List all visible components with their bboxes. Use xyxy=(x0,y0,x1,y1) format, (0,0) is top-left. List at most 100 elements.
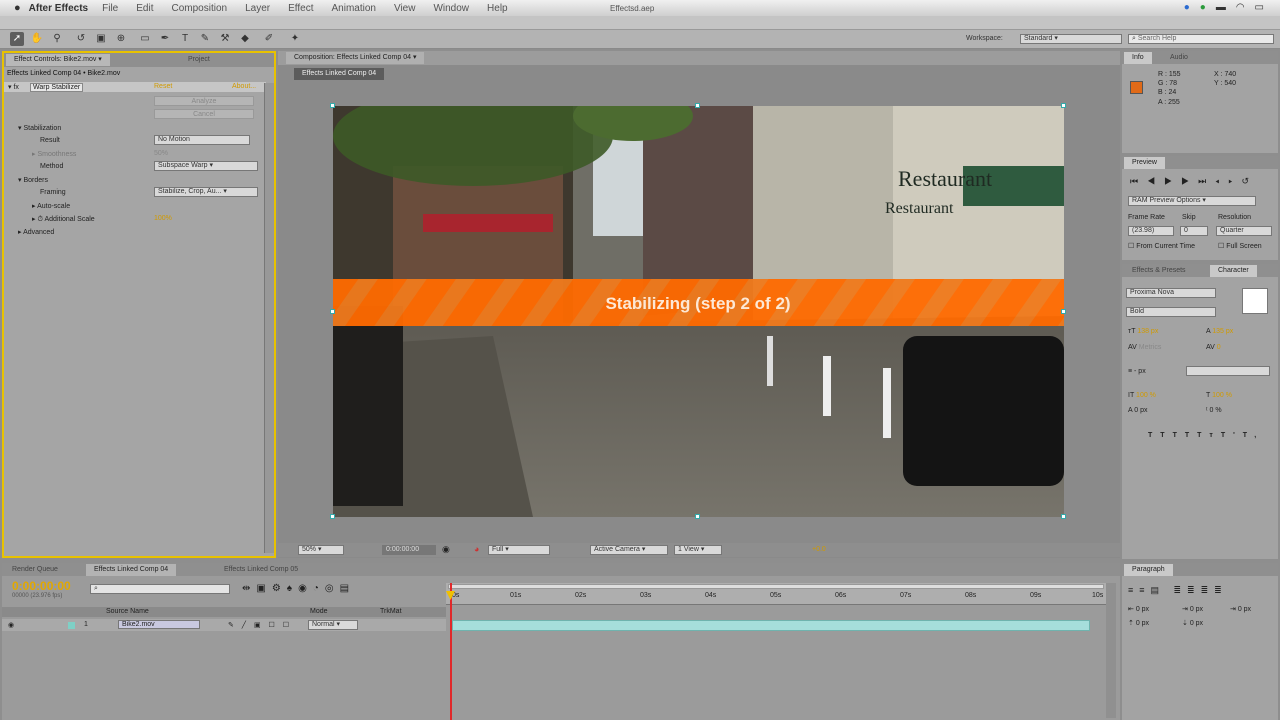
tab-timeline-comp-05[interactable]: Effects Linked Comp 05 xyxy=(216,564,306,576)
effect-controls-scrollbar[interactable] xyxy=(264,83,274,553)
indent-left-field[interactable]: ⇤ 0 px xyxy=(1128,605,1149,613)
timeline-scrollbar[interactable] xyxy=(1106,583,1116,718)
timeline-timecode[interactable]: 0:00:00:00 xyxy=(12,579,71,593)
space-before-field[interactable]: ⇡ 0 px xyxy=(1128,619,1149,627)
stroke-width-field[interactable]: ≡ - px xyxy=(1128,368,1146,375)
menu-composition[interactable]: Composition xyxy=(171,3,227,14)
comp-sub-tab[interactable]: Effects Linked Comp 04 xyxy=(294,68,385,80)
indent-right-field[interactable]: ⇥ 0 px xyxy=(1230,605,1251,613)
corner-handle-bl[interactable] xyxy=(330,514,335,519)
timeline-search-input[interactable]: ⌕ xyxy=(90,584,230,594)
camera-snapshot-icon[interactable]: ◉ xyxy=(442,544,450,555)
stabilization-group[interactable]: ▾ Stabilization xyxy=(18,124,61,132)
effect-reset-link[interactable]: Reset xyxy=(154,83,172,90)
from-current-checkbox[interactable]: ☐ From Current Time xyxy=(1128,242,1195,250)
tab-effect-controls[interactable]: Effect Controls: Bike2.mov ▾ xyxy=(6,54,110,66)
tab-paragraph[interactable]: Paragraph xyxy=(1124,564,1173,576)
fill-color-swatch[interactable] xyxy=(1242,288,1268,314)
menu-animation[interactable]: Animation xyxy=(331,3,375,14)
analyze-button[interactable]: Analyze xyxy=(154,96,254,106)
brush-tool-icon[interactable]: ✎ xyxy=(198,32,212,46)
layer-label-color[interactable] xyxy=(68,622,75,629)
rectangle-tool-icon[interactable]: ▭ xyxy=(138,32,152,46)
leading-field[interactable]: A 135 px xyxy=(1206,328,1233,335)
time-ruler[interactable]: 0s 01s 02s 03s 04s 05s 06s 07s 08s 09s 1… xyxy=(446,583,1106,605)
menu-effect[interactable]: Effect xyxy=(288,3,313,14)
display-icon[interactable]: ▬ xyxy=(1216,2,1226,13)
layer-mode-dropdown[interactable]: Normal ▾ xyxy=(308,620,358,630)
frame-rate-dropdown[interactable]: (23.98) xyxy=(1128,226,1174,236)
superscript-button[interactable]: T' xyxy=(1221,432,1243,439)
stroke-style-dropdown[interactable] xyxy=(1186,366,1270,376)
additional-scale-value[interactable]: 100% xyxy=(154,215,172,222)
menu-file[interactable]: File xyxy=(102,3,118,14)
tab-composition[interactable]: Composition: Effects Linked Comp 04 ▾ xyxy=(286,52,425,64)
autoscale-group[interactable]: ▸ Auto-scale xyxy=(32,202,70,210)
resolution-dropdown-preview[interactable]: Quarter xyxy=(1216,226,1272,236)
layer-duration-bar[interactable] xyxy=(452,620,1090,631)
view-layout-dropdown[interactable]: 1 View ▾ xyxy=(674,545,722,555)
pen-tool-icon[interactable]: ✒ xyxy=(158,32,172,46)
menu-help[interactable]: Help xyxy=(487,3,508,14)
horizontal-scale-field[interactable]: T 100 % xyxy=(1206,392,1232,399)
indent-first-field[interactable]: ⇥ 0 px xyxy=(1182,605,1203,613)
font-style-dropdown[interactable]: Bold xyxy=(1126,307,1216,317)
work-area-bar[interactable] xyxy=(448,584,1104,589)
roto-brush-tool-icon[interactable]: ✐ xyxy=(262,32,276,46)
tab-render-queue[interactable]: Render Queue xyxy=(4,564,66,576)
font-family-dropdown[interactable]: Proxima Nova xyxy=(1126,288,1216,298)
edge-handle-left[interactable] xyxy=(330,309,335,314)
tracking-field[interactable]: AV 0 xyxy=(1206,344,1221,351)
result-dropdown[interactable]: No Motion xyxy=(154,135,250,145)
chat-icon[interactable]: ● xyxy=(1200,2,1206,13)
effect-about-link[interactable]: About... xyxy=(232,83,256,90)
resolution-dropdown[interactable]: Full ▾ xyxy=(488,545,550,555)
camera-dropdown[interactable]: Active Camera ▾ xyxy=(590,545,668,555)
smoothness-value[interactable]: 50% xyxy=(154,150,168,157)
pan-behind-tool-icon[interactable]: ⊕ xyxy=(114,32,128,46)
layer-visibility-icon[interactable]: ◉ xyxy=(8,621,14,629)
clone-stamp-tool-icon[interactable]: ⚒ xyxy=(218,32,232,46)
advanced-group[interactable]: ▸ Advanced xyxy=(18,228,54,236)
faux-italic-button[interactable]: T xyxy=(1160,432,1172,439)
tab-project[interactable]: Project xyxy=(180,54,218,66)
vertical-scale-field[interactable]: IT 100 % xyxy=(1128,392,1156,399)
menu-edit[interactable]: Edit xyxy=(136,3,153,14)
alignment-buttons[interactable]: ≡≡▤ ≣≣≣≣ xyxy=(1128,585,1228,596)
skip-dropdown[interactable]: 0 xyxy=(1180,226,1208,236)
faux-style-buttons[interactable]: TTTTTтT'T, xyxy=(1148,432,1264,439)
menu-window[interactable]: Window xyxy=(433,3,469,14)
zoom-dropdown[interactable]: 50% ▾ xyxy=(298,545,344,555)
battery-icon[interactable]: ▭ xyxy=(1255,2,1264,13)
full-screen-checkbox[interactable]: ☐ Full Screen xyxy=(1218,242,1262,250)
borders-group[interactable]: ▾ Borders xyxy=(18,176,48,184)
tab-info[interactable]: Info xyxy=(1124,52,1152,64)
rotate-tool-icon[interactable]: ↺ xyxy=(74,32,88,46)
preview-transport[interactable]: ⏮◀▶▶⏭◂▸↺ xyxy=(1130,176,1258,187)
workspace-dropdown[interactable]: Standard ▾ xyxy=(1020,34,1122,44)
subscript-button[interactable]: T, xyxy=(1243,432,1264,439)
ram-preview-dropdown[interactable]: RAM Preview Options ▾ xyxy=(1128,196,1256,206)
menu-view[interactable]: View xyxy=(394,3,416,14)
tab-preview[interactable]: Preview xyxy=(1124,157,1165,169)
comp-timecode[interactable]: 0:00:00:00 xyxy=(382,545,436,555)
menu-layer[interactable]: Layer xyxy=(245,3,270,14)
tab-character[interactable]: Character xyxy=(1210,265,1257,277)
tab-timeline-comp-04[interactable]: Effects Linked Comp 04 xyxy=(86,564,177,576)
apple-icon[interactable]: ● xyxy=(14,2,21,14)
hand-tool-icon[interactable]: ✋ xyxy=(30,32,44,46)
composition-viewer[interactable]: Restaurant Restaurant Stabilizing (step … xyxy=(333,106,1064,517)
app-name[interactable]: After Effects xyxy=(29,3,88,14)
camera-tool-icon[interactable]: ▣ xyxy=(94,32,108,46)
baseline-shift-field[interactable]: A 0 px xyxy=(1128,407,1147,414)
layer-name[interactable]: Bike2.mov xyxy=(118,620,200,629)
wifi-icon[interactable]: ◠ xyxy=(1236,2,1245,13)
zoom-tool-icon[interactable]: ⚲ xyxy=(50,32,64,46)
faux-bold-button[interactable]: T xyxy=(1148,432,1160,439)
type-tool-icon[interactable]: T xyxy=(178,32,192,46)
method-dropdown[interactable]: Subspace Warp ▾ xyxy=(154,161,258,171)
layer-switches[interactable]: ✎ ╱ ▣ ☐ ☐ xyxy=(228,621,292,629)
corner-handle-tl[interactable] xyxy=(330,103,335,108)
tab-effects-presets[interactable]: Effects & Presets xyxy=(1124,265,1194,277)
corner-handle-br[interactable] xyxy=(1061,514,1066,519)
